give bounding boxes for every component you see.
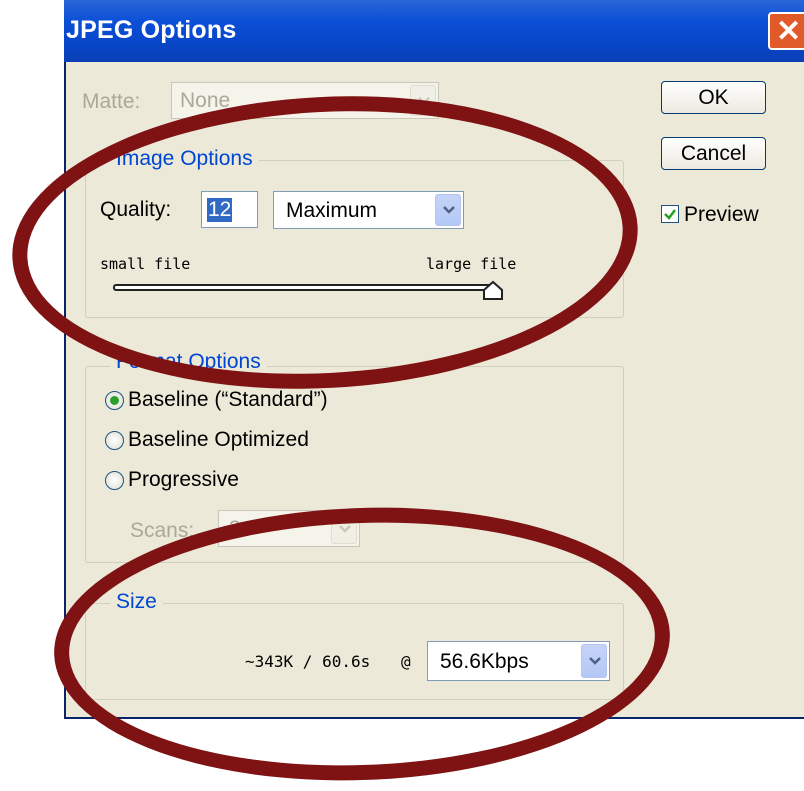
close-button[interactable]: ✕ — [768, 12, 804, 50]
preview-checkbox[interactable] — [661, 205, 679, 223]
matte-label: Matte: — [82, 90, 141, 113]
option-baseline-standard-label: Baseline (“Standard”) — [128, 388, 328, 411]
radio-progressive[interactable] — [105, 471, 124, 490]
radio-baseline-standard[interactable] — [105, 391, 124, 410]
radio-baseline-optimized[interactable] — [105, 431, 124, 450]
option-baseline-optimized-label: Baseline Optimized — [128, 428, 309, 451]
checkmark-icon — [664, 209, 676, 220]
radio-selected-dot — [110, 396, 119, 405]
ok-button[interactable]: OK — [661, 81, 766, 114]
close-icon: ✕ — [776, 15, 802, 48]
option-progressive-label: Progressive — [128, 468, 239, 491]
preview-label: Preview — [684, 203, 759, 226]
window-title: JPEG Options — [66, 16, 237, 44]
cancel-button[interactable]: Cancel — [661, 137, 766, 170]
